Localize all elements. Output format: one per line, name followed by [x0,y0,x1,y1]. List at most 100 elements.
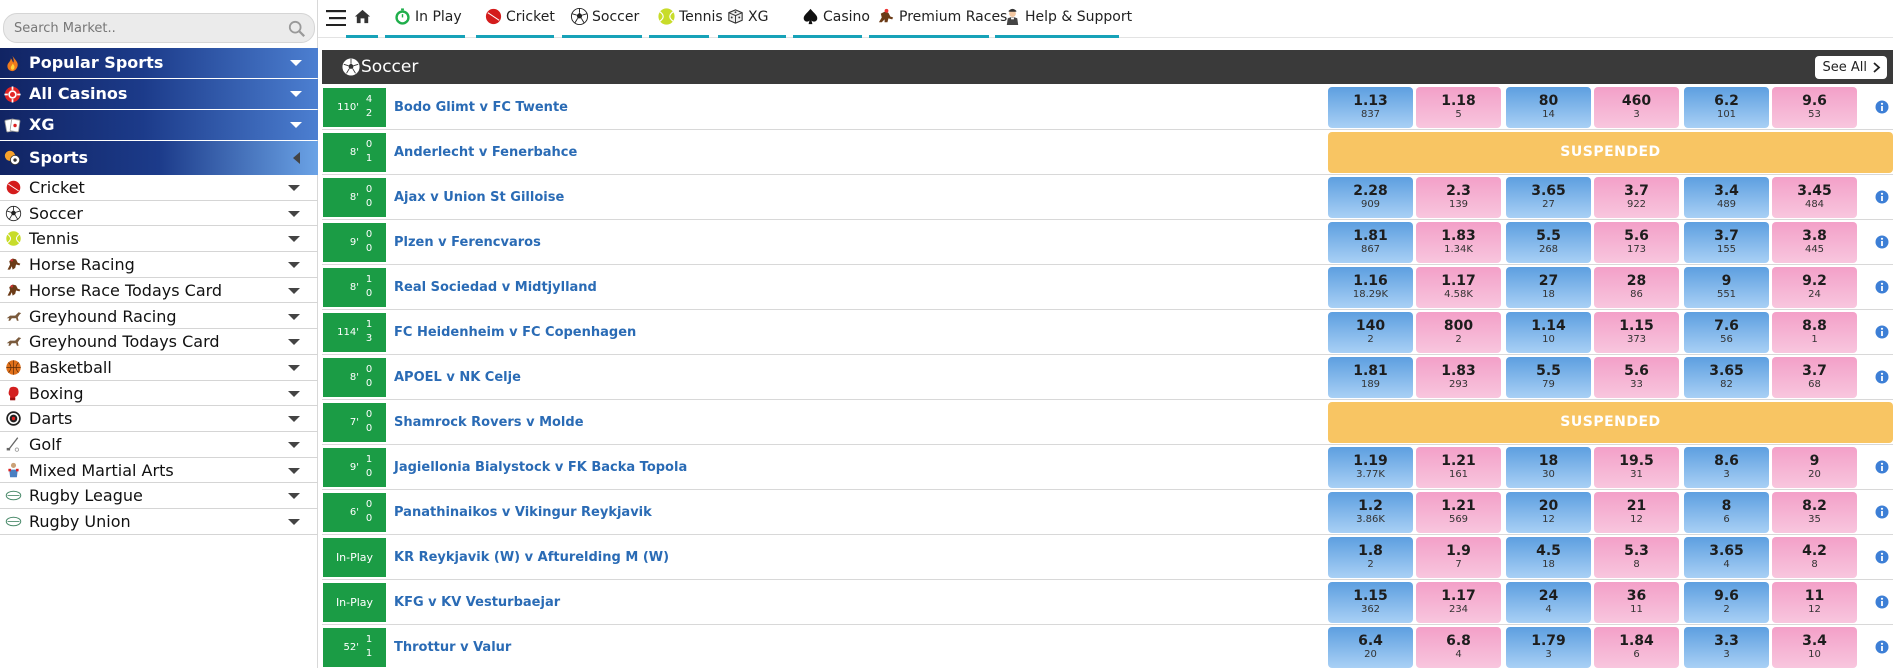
category-xg[interactable]: XG [0,110,318,140]
nav-tab[interactable]: XG [718,0,786,38]
menu-icon[interactable] [326,10,346,26]
odds-back-button[interactable]: 1.16 18.29K [1328,267,1413,308]
info-icon[interactable] [1875,640,1889,654]
match-name-link[interactable]: Throttur v Valur [394,625,511,668]
odds-lay-button[interactable]: 5.3 8 [1594,537,1679,578]
sidebar-item-sport[interactable]: Tennis [0,226,318,253]
odds-back-button[interactable]: 6.2 101 [1684,87,1769,128]
nav-tab[interactable]: Premium Races [869,0,1007,38]
odds-back-button[interactable]: 2.28 909 [1328,177,1413,218]
odds-back-button[interactable]: 9.6 2 [1684,582,1769,623]
info-icon[interactable] [1875,595,1889,609]
match-name-link[interactable]: Bodo Glimt v FC Twente [394,85,568,130]
odds-lay-button[interactable]: 21 12 [1594,492,1679,533]
odds-lay-button[interactable]: 1.15 373 [1594,312,1679,353]
odds-back-button[interactable]: 3.65 4 [1684,537,1769,578]
sidebar-item-sport[interactable]: Boxing [0,381,318,407]
match-name-link[interactable]: Ajax v Union St Gilloise [394,175,564,220]
odds-lay-button[interactable]: 460 3 [1594,87,1679,128]
odds-back-button[interactable]: 27 18 [1506,267,1591,308]
sidebar-item-sport[interactable]: Mixed Martial Arts [0,458,318,484]
nav-tab[interactable] [346,0,378,38]
odds-lay-button[interactable]: 1.84 6 [1594,627,1679,668]
odds-back-button[interactable]: 140 2 [1328,312,1413,353]
match-name-link[interactable]: KFG v KV Vesturbaejar [394,580,560,625]
odds-lay-button[interactable]: 1.9 7 [1416,537,1501,578]
sidebar-item-sport[interactable]: Rugby League [0,483,318,510]
sidebar-item-sport[interactable]: Greyhound Todays Card [0,329,318,355]
odds-lay-button[interactable]: 3.45 484 [1772,177,1857,218]
nav-tab[interactable]: Help & Support [995,0,1132,38]
odds-back-button[interactable]: 1.81 189 [1328,357,1413,398]
nav-tab[interactable]: Soccer [562,0,642,38]
odds-lay-button[interactable]: 3.7 68 [1772,357,1857,398]
odds-back-button[interactable]: 3.4 489 [1684,177,1769,218]
odds-back-button[interactable]: 1.2 3.86K [1328,492,1413,533]
odds-lay-button[interactable]: 4.2 8 [1772,537,1857,578]
odds-back-button[interactable]: 4.5 18 [1506,537,1591,578]
odds-back-button[interactable]: 1.79 3 [1506,627,1591,668]
nav-tab[interactable]: In Play [385,0,465,38]
category-all-casinos[interactable]: All Casinos [0,79,318,109]
odds-lay-button[interactable]: 1.83 293 [1416,357,1501,398]
nav-tab[interactable]: Tennis [649,0,723,38]
odds-back-button[interactable]: 20 12 [1506,492,1591,533]
sidebar-item-sport[interactable]: Rugby Union [0,509,318,535]
odds-back-button[interactable]: 18 30 [1506,447,1591,488]
odds-lay-button[interactable]: 28 86 [1594,267,1679,308]
odds-lay-button[interactable]: 8.2 35 [1772,492,1857,533]
info-icon[interactable] [1875,280,1889,294]
odds-lay-button[interactable]: 11 12 [1772,582,1857,623]
odds-lay-button[interactable]: 1.21 161 [1416,447,1501,488]
odds-back-button[interactable]: 24 4 [1506,582,1591,623]
odds-back-button[interactable]: 5.5 268 [1506,222,1591,263]
sidebar-item-sport[interactable]: Golf [0,432,318,458]
sidebar-item-sport[interactable]: Horse Racing [0,252,318,278]
odds-back-button[interactable]: 3.65 27 [1506,177,1591,218]
match-name-link[interactable]: Shamrock Rovers v Molde [394,400,584,445]
info-icon[interactable] [1875,370,1889,384]
search-input[interactable] [14,18,274,38]
odds-lay-button[interactable]: 9 20 [1772,447,1857,488]
match-name-link[interactable]: Panathinaikos v Vikingur Reykjavik [394,490,652,535]
odds-back-button[interactable]: 3.3 3 [1684,627,1769,668]
info-icon[interactable] [1875,550,1889,564]
info-icon[interactable] [1875,235,1889,249]
odds-back-button[interactable]: 1.15 362 [1328,582,1413,623]
odds-lay-button[interactable]: 1.17 234 [1416,582,1501,623]
odds-back-button[interactable]: 1.13 837 [1328,87,1413,128]
sidebar-item-sport[interactable]: Cricket [0,175,318,201]
odds-lay-button[interactable]: 1.83 1.34K [1416,222,1501,263]
sidebar-item-sport[interactable]: Darts [0,406,318,432]
nav-tab[interactable]: Cricket [476,0,555,38]
odds-back-button[interactable]: 9 551 [1684,267,1769,308]
odds-lay-button[interactable]: 36 11 [1594,582,1679,623]
sidebar-item-sport[interactable]: Horse Race Todays Card [0,278,318,304]
info-icon[interactable] [1875,190,1889,204]
odds-lay-button[interactable]: 3.8 445 [1772,222,1857,263]
match-name-link[interactable]: KR Reykjavik (W) v Afturelding M (W) [394,535,669,580]
odds-lay-button[interactable]: 9.6 53 [1772,87,1857,128]
odds-back-button[interactable]: 7.6 56 [1684,312,1769,353]
match-name-link[interactable]: Anderlecht v Fenerbahce [394,130,577,175]
info-icon[interactable] [1875,505,1889,519]
match-name-link[interactable]: Real Sociedad v Midtjylland [394,265,597,310]
sidebar-item-sport[interactable]: Soccer [0,201,318,227]
category-popular-sports[interactable]: Popular Sports [0,48,318,78]
odds-back-button[interactable]: 1.81 867 [1328,222,1413,263]
odds-back-button[interactable]: 6.4 20 [1328,627,1413,668]
odds-lay-button[interactable]: 5.6 33 [1594,357,1679,398]
nav-tab[interactable]: Casino [793,0,870,38]
odds-lay-button[interactable]: 3.4 10 [1772,627,1857,668]
match-name-link[interactable]: Plzen v Ferencvaros [394,220,541,265]
odds-lay-button[interactable]: 2.3 139 [1416,177,1501,218]
odds-lay-button[interactable]: 5.6 173 [1594,222,1679,263]
odds-lay-button[interactable]: 6.8 4 [1416,627,1501,668]
see-all-button[interactable]: See All [1814,56,1887,79]
odds-lay-button[interactable]: 800 2 [1416,312,1501,353]
odds-lay-button[interactable]: 19.5 31 [1594,447,1679,488]
odds-back-button[interactable]: 86 [1684,492,1769,533]
odds-back-button[interactable]: 3.65 82 [1684,357,1769,398]
odds-lay-button[interactable]: 1.21 569 [1416,492,1501,533]
odds-back-button[interactable]: 8.6 3 [1684,447,1769,488]
